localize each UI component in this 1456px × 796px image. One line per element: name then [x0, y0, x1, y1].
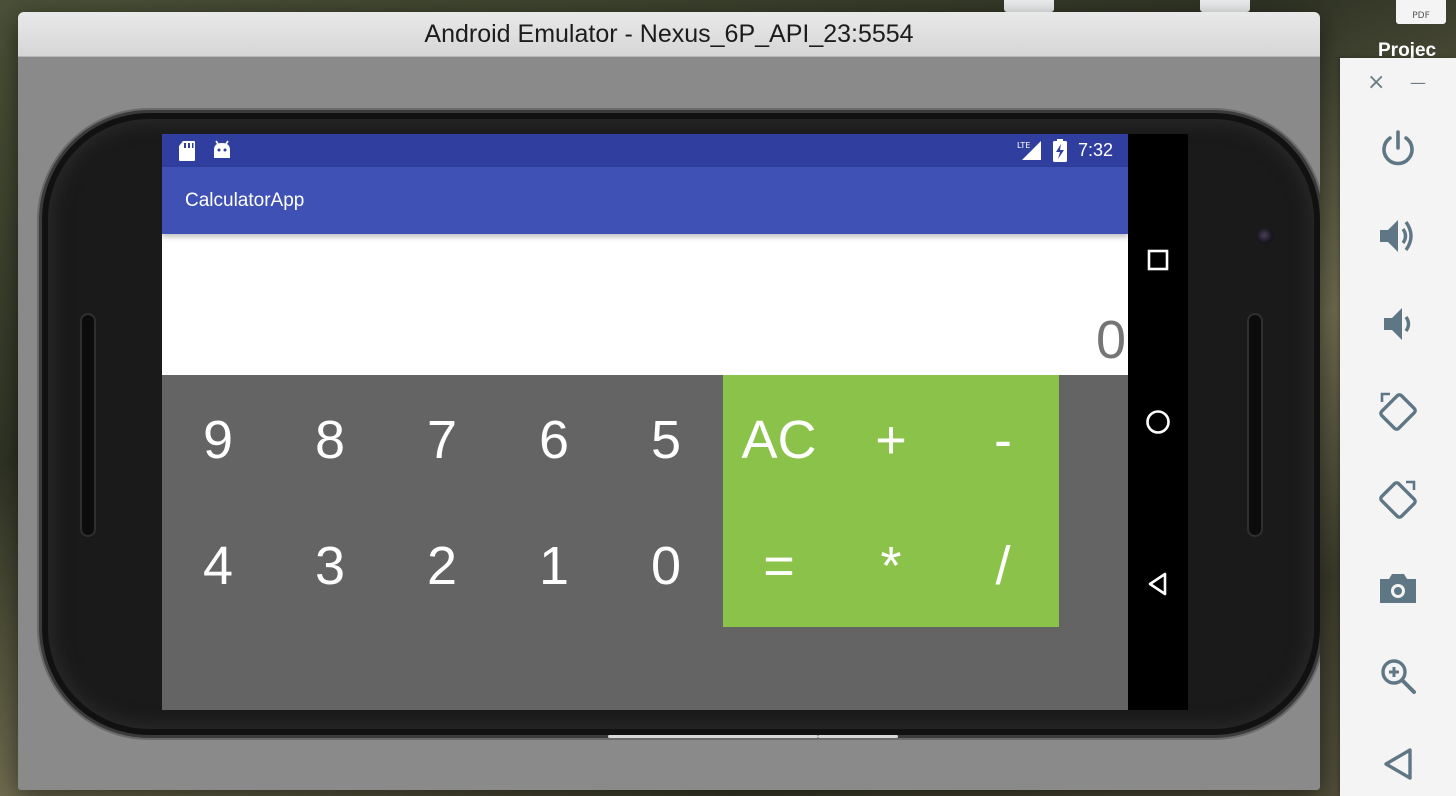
- rotate-left-icon[interactable]: [1374, 388, 1422, 436]
- key-clear[interactable]: AC: [723, 377, 835, 503]
- key-minus[interactable]: -: [947, 377, 1059, 503]
- lte-text: LTE: [1017, 141, 1030, 150]
- key-9[interactable]: 9: [162, 377, 274, 503]
- key-equals[interactable]: =: [723, 503, 835, 629]
- close-icon[interactable]: ×: [1367, 70, 1385, 96]
- navigation-bar: [1128, 134, 1188, 710]
- desktop-project-label[interactable]: Projec: [1378, 40, 1456, 60]
- volume-up-icon[interactable]: [1374, 212, 1422, 260]
- desktop-pdf-icon[interactable]: PDF: [1396, 0, 1446, 24]
- display-value: 0: [1095, 310, 1126, 370]
- recents-icon[interactable]: [1142, 244, 1174, 276]
- android-debug-icon: [212, 140, 232, 164]
- keypad: 9 8 7 6 5 AC + - 4 3 2 1 0 = * /: [162, 375, 1128, 710]
- device-screen: LTE 7:32 CalculatorApp 0 9 8 7 6 5 AC + …: [162, 134, 1188, 710]
- window-title-bar[interactable]: Android Emulator - Nexus_6P_API_23:5554: [18, 12, 1320, 57]
- back-icon[interactable]: [1142, 568, 1174, 600]
- rotate-right-icon[interactable]: [1374, 476, 1422, 524]
- key-2[interactable]: 2: [386, 503, 498, 629]
- status-bar: LTE 7:32: [162, 134, 1128, 167]
- desktop-file-icon[interactable]: [1004, 0, 1054, 12]
- volume-down-icon[interactable]: [1374, 300, 1422, 348]
- key-6[interactable]: 6: [498, 377, 610, 503]
- battery-charging-icon: [1053, 139, 1067, 166]
- front-camera: [1257, 228, 1273, 244]
- toolbar-back-icon[interactable]: [1374, 740, 1422, 788]
- minimize-icon[interactable]: —: [1410, 70, 1426, 96]
- zoom-icon[interactable]: [1374, 652, 1422, 700]
- key-1[interactable]: 1: [498, 503, 610, 629]
- key-7[interactable]: 7: [386, 377, 498, 503]
- lte-signal-icon: LTE: [1017, 139, 1043, 165]
- home-icon[interactable]: [1142, 406, 1174, 438]
- screenshot-icon[interactable]: [1374, 564, 1422, 612]
- right-speaker: [1247, 313, 1263, 537]
- sd-card-icon: [178, 140, 196, 166]
- app-title: CalculatorApp: [185, 190, 305, 211]
- status-time: 7:32: [1078, 140, 1114, 160]
- app-bar: CalculatorApp: [162, 167, 1128, 234]
- key-5[interactable]: 5: [610, 377, 722, 503]
- desktop-file-icon[interactable]: [1200, 0, 1250, 12]
- emulator-toolbar: × —: [1340, 58, 1456, 796]
- key-8[interactable]: 8: [274, 377, 386, 503]
- key-multiply[interactable]: *: [835, 503, 947, 629]
- key-0[interactable]: 0: [610, 503, 722, 629]
- key-plus[interactable]: +: [835, 377, 947, 503]
- key-divide[interactable]: /: [947, 503, 1059, 629]
- pdf-label: PDF: [1412, 11, 1430, 21]
- calculator-display: 0: [162, 234, 1128, 375]
- left-speaker: [80, 313, 96, 537]
- window-bottom-mark: [818, 735, 898, 738]
- window-bottom-mark: [608, 735, 818, 738]
- power-icon[interactable]: [1374, 124, 1422, 172]
- key-3[interactable]: 3: [274, 503, 386, 629]
- window-title: Android Emulator - Nexus_6P_API_23:5554: [424, 20, 914, 48]
- key-4[interactable]: 4: [162, 503, 274, 629]
